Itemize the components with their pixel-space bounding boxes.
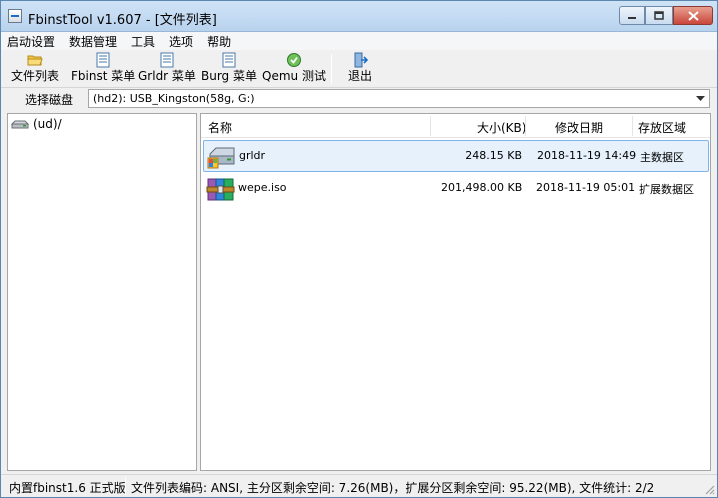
status-info: 文件列表编码: ANSI, 主分区剩余空间: 7.26(MB)，扩展分区剩余空间… (131, 481, 655, 495)
file-size: 201,498.00 KB (441, 181, 523, 194)
menu-data-management[interactable]: 数据管理 (69, 33, 117, 50)
file-name: wepe.iso (238, 181, 287, 194)
burg-menu-button[interactable]: Burg 菜单 (201, 52, 257, 86)
document-icon (222, 52, 236, 68)
close-icon (687, 10, 699, 21)
file-row[interactable]: grldr 248.15 KB 2018-11-19 14:49 主数据区 (203, 140, 709, 172)
file-list-pane[interactable]: 名称 大小(KB) 修改日期 存放区域 grldr 248.15 KB 2018… (200, 113, 711, 471)
archive-icon (206, 178, 235, 201)
minimize-button[interactable] (619, 6, 645, 25)
menu-boot-settings[interactable]: 启动设置 (7, 33, 55, 50)
burg-menu-label: Burg 菜单 (201, 69, 257, 83)
window-title: FbinstTool v1.607 - [文件列表] (28, 13, 217, 28)
file-size: 248.15 KB (465, 149, 522, 162)
column-divider[interactable] (632, 116, 633, 136)
file-modified: 2018-11-19 14:49 (537, 149, 637, 162)
fbinst-menu-label: Fbinst 菜单 (71, 69, 136, 83)
menu-tools[interactable]: 工具 (131, 33, 155, 50)
file-list-button[interactable]: 文件列表 (11, 52, 59, 86)
qemu-test-button[interactable]: Qemu 测试 (262, 52, 326, 86)
document-icon (160, 52, 174, 68)
app-window: FbinstTool v1.607 - [文件列表] 启动设置 数据管理 工具 … (0, 0, 718, 498)
tree-node-root[interactable]: (ud)/ (11, 117, 62, 131)
menu-help[interactable]: 帮助 (207, 33, 231, 50)
disk-select[interactable]: (hd2): USB_Kingston(58g, G:) (88, 89, 710, 108)
file-list-header: 名称 大小(KB) 修改日期 存放区域 (201, 114, 710, 138)
close-button[interactable] (673, 6, 713, 25)
file-modified: 2018-11-19 05:01 (536, 181, 636, 194)
file-area: 扩展数据区 (639, 183, 694, 196)
grldr-menu-button[interactable]: Grldr 菜单 (138, 52, 196, 86)
menu-bar: 启动设置 数据管理 工具 选项 帮助 (1, 32, 717, 50)
drive-icon (207, 147, 235, 169)
status-bar: 内置fbinst1.6 正式版 文件列表编码: ANSI, 主分区剩余空间: 7… (1, 474, 717, 497)
exit-button[interactable]: 退出 (348, 52, 372, 86)
file-list-label: 文件列表 (11, 69, 60, 83)
status-version: 内置fbinst1.6 正式版 (9, 481, 126, 495)
minimize-icon (628, 16, 636, 19)
qemu-icon (286, 53, 301, 67)
file-area: 主数据区 (640, 151, 684, 164)
toolbar: 文件列表 Fbinst 菜单 Grldr 菜单 Burg 菜单 Qemu 测试 … (1, 50, 717, 88)
column-name-header[interactable]: 名称 (208, 119, 232, 136)
disk-label: 选择磁盘 (25, 93, 74, 107)
toolbar-separator (331, 54, 332, 84)
chevron-down-icon[interactable] (692, 90, 709, 107)
exit-label: 退出 (348, 69, 373, 83)
tree-node-label: (ud)/ (33, 117, 62, 131)
window-controls (619, 6, 713, 26)
app-icon (8, 9, 22, 23)
maximize-icon (654, 11, 664, 20)
menu-options[interactable]: 选项 (169, 33, 193, 50)
column-size-header[interactable]: 大小(KB) (477, 119, 526, 136)
title-bar[interactable]: FbinstTool v1.607 - [文件列表] (1, 1, 717, 32)
qemu-test-label: Qemu 测试 (262, 69, 326, 83)
folder-tree-pane[interactable]: (ud)/ (7, 113, 197, 471)
column-modified-header[interactable]: 修改日期 (555, 119, 603, 136)
fbinst-menu-button[interactable]: Fbinst 菜单 (71, 52, 135, 86)
drive-icon (11, 120, 29, 129)
exit-icon (354, 52, 368, 68)
column-area-header[interactable]: 存放区域 (638, 119, 686, 136)
disk-selector-bar: 选择磁盘 (hd2): USB_Kingston(58g, G:) (1, 88, 717, 110)
grldr-menu-label: Grldr 菜单 (138, 69, 196, 83)
folder-icon (27, 55, 43, 66)
file-row[interactable]: wepe.iso 201,498.00 KB 2018-11-19 05:01 … (203, 173, 709, 205)
disk-select-value: (hd2): USB_Kingston(58g, G:) (93, 92, 255, 105)
resize-grip-icon[interactable] (703, 483, 715, 495)
status-separator (125, 477, 126, 495)
column-divider[interactable] (430, 116, 431, 136)
file-name: grldr (239, 149, 266, 162)
column-divider[interactable] (525, 116, 526, 136)
document-icon (96, 52, 110, 68)
maximize-button[interactable] (645, 6, 673, 25)
